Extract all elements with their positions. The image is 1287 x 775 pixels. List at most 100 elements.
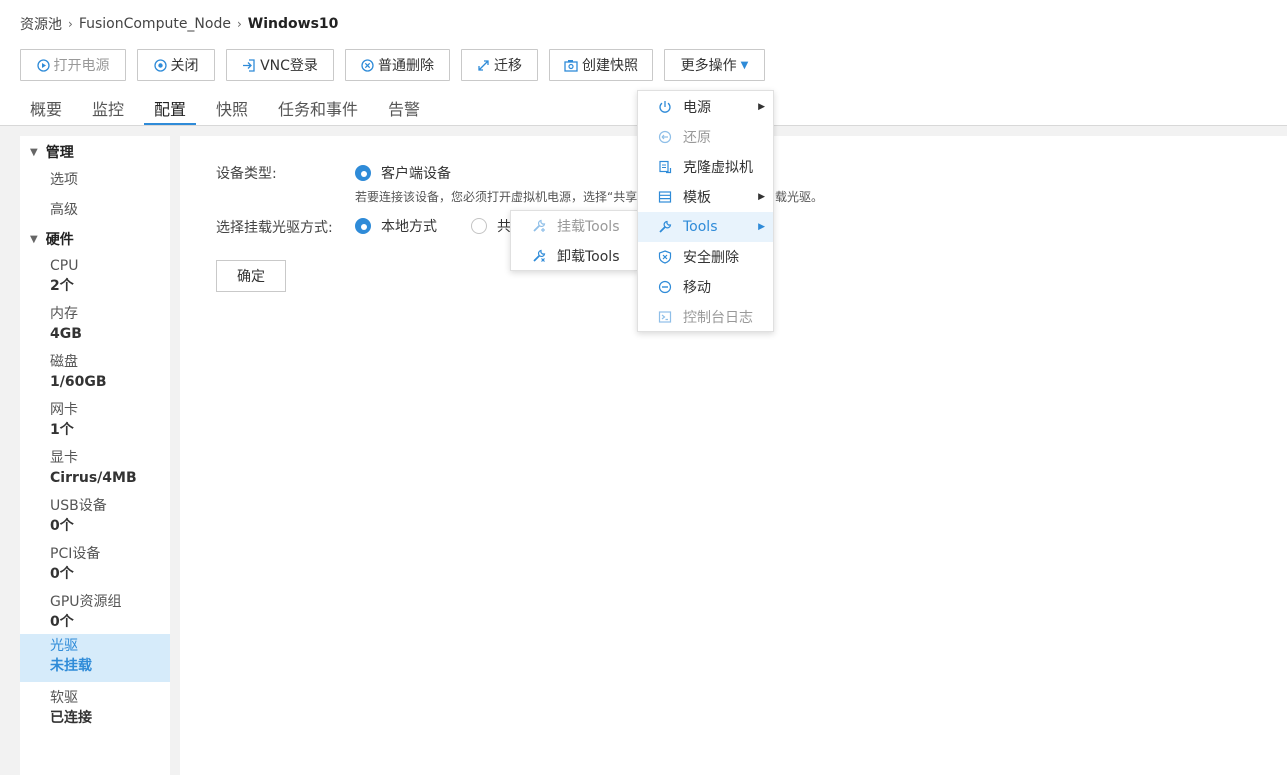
menu-item-label: 克隆虚拟机 (683, 160, 753, 176)
sidebar-item-value: 未挂载 (50, 658, 92, 674)
mount-tools-icon (531, 218, 547, 234)
tab-alarms[interactable]: 告警 (388, 96, 420, 125)
sidebar-item-floppy[interactable]: 软驱 已连接 (20, 686, 170, 734)
sidebar-group-manage[interactable]: ▼ 管理 (30, 142, 74, 162)
menu-item-move[interactable]: 移动 (638, 272, 773, 302)
sidebar-item-value: 0个 (50, 614, 74, 630)
sidebar-item-advanced[interactable]: 高级 (50, 199, 78, 219)
menu-item-label: Tools (683, 219, 718, 235)
radio-checked-icon (355, 218, 371, 234)
confirm-button[interactable]: 确定 (216, 260, 286, 292)
shutdown-icon (153, 58, 167, 72)
migrate-icon (477, 59, 490, 72)
menu-item-secure-delete[interactable]: 安全删除 (638, 242, 773, 272)
sidebar-item-usb[interactable]: USB设备 0个 (20, 494, 170, 542)
shutdown-button[interactable]: 关闭 (137, 49, 215, 81)
sidebar-item-cpu[interactable]: CPU 2个 (20, 254, 170, 302)
create-snapshot-button[interactable]: 创建快照 (549, 49, 653, 81)
login-icon (242, 58, 256, 72)
sidebar-item-value: Cirrus/4MB (50, 470, 137, 486)
more-actions-button[interactable]: 更多操作 ▼ (664, 49, 765, 81)
sidebar-item-value: 1个 (50, 422, 74, 438)
menu-item-console-log[interactable]: 控制台日志 (638, 302, 773, 332)
more-actions-menu: 电源 ▶ 还原 克隆虚拟机 模板 ▶ Tools ▶ 安全删除 移动 控制台日志 (637, 90, 774, 332)
menu-item-label: 控制台日志 (683, 310, 753, 326)
menu-item-power[interactable]: 电源 ▶ (638, 92, 773, 122)
snapshot-icon (564, 59, 578, 72)
breadcrumb-item-resource-pool[interactable]: 资源池 (20, 14, 62, 34)
sidebar-item-value: 4GB (50, 326, 82, 342)
sidebar-item-disk[interactable]: 磁盘 1/60GB (20, 350, 170, 398)
triangle-down-icon: ▼ (30, 146, 38, 158)
sidebar-item-pci[interactable]: PCI设备 0个 (20, 542, 170, 590)
tab-monitor[interactable]: 监控 (92, 96, 124, 125)
vnc-login-label: VNC登录 (260, 58, 318, 74)
console-log-icon (657, 309, 673, 325)
sidebar-item-label: CPU (50, 258, 79, 274)
submenu-arrow-icon: ▶ (758, 222, 765, 232)
sidebar-item-label: 磁盘 (50, 354, 78, 370)
device-type-option-label: 客户端设备 (381, 166, 451, 182)
sidebar-item-memory[interactable]: 内存 4GB (20, 302, 170, 350)
sidebar-item-label: PCI设备 (50, 546, 101, 562)
menu-item-clone-vm[interactable]: 克隆虚拟机 (638, 152, 773, 182)
sidebar-item-nic[interactable]: 网卡 1个 (20, 398, 170, 446)
template-icon (657, 189, 673, 205)
sidebar-item-label: 显卡 (50, 450, 78, 466)
migrate-button[interactable]: 迁移 (461, 49, 538, 81)
sidebar-item-gpu-card[interactable]: 显卡 Cirrus/4MB (20, 446, 170, 494)
triangle-down-icon: ▼ (30, 233, 38, 245)
unmount-tools-icon (531, 248, 547, 264)
menu-item-restore[interactable]: 还原 (638, 122, 773, 152)
power-on-button[interactable]: 打开电源 (20, 49, 126, 81)
menu-item-tools[interactable]: Tools ▶ (638, 212, 773, 242)
mount-shared-label: 共 (497, 219, 511, 235)
chevron-right-icon: › (236, 17, 242, 31)
normal-delete-label: 普通删除 (378, 58, 434, 74)
sidebar-item-value: 已连接 (50, 710, 92, 726)
sidebar-item-label: USB设备 (50, 498, 107, 514)
unmount-tools-item[interactable]: 卸载Tools (511, 241, 637, 271)
device-type-client-radio[interactable]: 客户端设备 (355, 163, 451, 183)
mount-shared-radio[interactable]: 共 (471, 216, 511, 236)
tools-submenu: 挂载Tools 卸载Tools (510, 210, 638, 271)
sidebar-item-cdrom[interactable]: 光驱 未挂载 (20, 634, 170, 682)
move-icon (657, 279, 673, 295)
sidebar-item-label: 软驱 (50, 690, 78, 706)
shutdown-label: 关闭 (170, 58, 199, 74)
breadcrumb: 资源池 › FusionCompute_Node › Windows10 (20, 14, 338, 34)
sidebar-group-label: 管理 (45, 145, 74, 161)
sidebar-item-value: 0个 (50, 518, 74, 534)
tab-config[interactable]: 配置 (144, 96, 196, 125)
sidebar-item-value: 0个 (50, 566, 74, 582)
breadcrumb-item-node[interactable]: FusionCompute_Node (79, 16, 231, 32)
mount-tools-label: 挂载Tools (557, 219, 620, 235)
sidebar-item-options[interactable]: 选项 (50, 169, 78, 189)
menu-item-label: 移动 (683, 280, 711, 296)
submenu-arrow-icon: ▶ (758, 102, 765, 112)
menu-item-label: 还原 (683, 130, 711, 146)
wrench-icon (657, 219, 673, 235)
tab-snapshot[interactable]: 快照 (216, 96, 248, 125)
sidebar-group-label: 硬件 (45, 232, 74, 248)
tab-tasks-events[interactable]: 任务和事件 (278, 96, 358, 125)
vnc-login-button[interactable]: VNC登录 (226, 49, 334, 81)
device-type-label: 设备类型: (216, 166, 277, 182)
radio-unchecked-icon (471, 218, 487, 234)
sidebar-item-label: 网卡 (50, 402, 78, 418)
caret-down-icon: ▼ (740, 59, 749, 71)
mount-tools-item[interactable]: 挂载Tools (511, 211, 637, 241)
clone-icon (657, 159, 673, 175)
menu-item-label: 模板 (683, 190, 711, 206)
sidebar-group-hardware[interactable]: ▼ 硬件 (30, 229, 74, 249)
device-hint-text: 若要连接该设备，您必须打开虚拟机电源，选择“共享 (355, 190, 638, 204)
tab-summary[interactable]: 概要 (30, 96, 62, 125)
normal-delete-button[interactable]: 普通删除 (345, 49, 450, 81)
sidebar-item-gpu-group[interactable]: GPU资源组 0个 (20, 590, 170, 638)
mount-local-radio[interactable]: 本地方式 (355, 216, 437, 236)
config-sidebar: ▼ 管理 选项 高级 ▼ 硬件 CPU 2个 内存 4GB 磁盘 1/60GB … (20, 136, 170, 775)
menu-item-label: 安全删除 (683, 250, 739, 266)
menu-item-template[interactable]: 模板 ▶ (638, 182, 773, 212)
sidebar-item-value: 1/60GB (50, 374, 107, 390)
migrate-label: 迁移 (494, 58, 522, 74)
